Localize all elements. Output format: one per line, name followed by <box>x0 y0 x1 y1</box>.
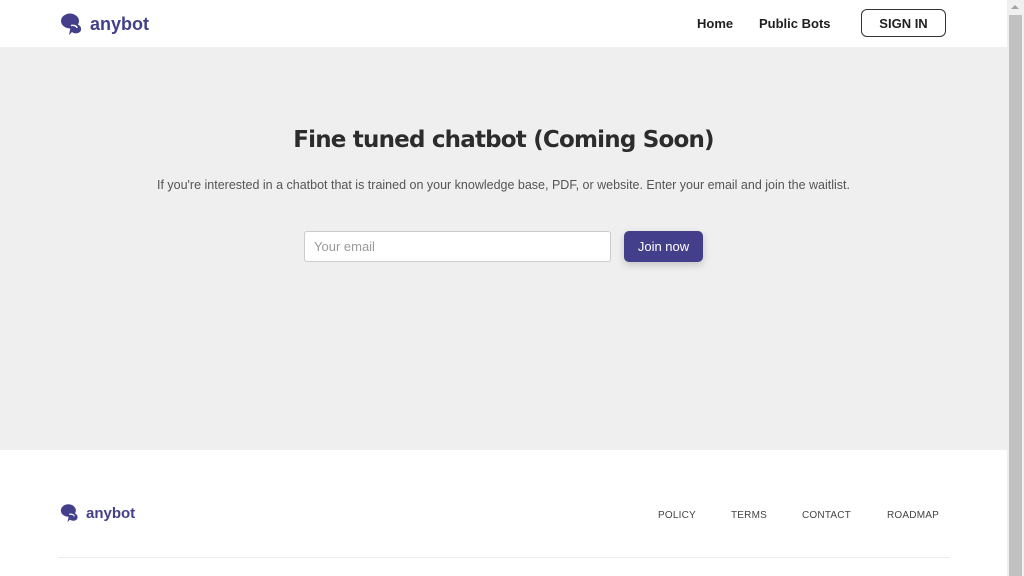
scrollbar-thumb[interactable] <box>1009 15 1022 576</box>
hero-section: Fine tuned chatbot (Coming Soon) If you'… <box>0 47 1007 450</box>
footer-contact-link[interactable]: CONTACT <box>802 510 851 521</box>
join-now-button[interactable]: Join now <box>624 231 703 262</box>
email-input[interactable] <box>304 231 611 262</box>
nav-public-bots-link[interactable]: Public Bots <box>759 16 831 31</box>
vertical-scrollbar[interactable] <box>1007 0 1024 576</box>
footer-policy-link[interactable]: POLICY <box>658 510 696 521</box>
page-title: Fine tuned chatbot (Coming Soon) <box>293 127 714 153</box>
chat-bubble-logo-icon <box>60 502 80 524</box>
footer: anybot POLICY TERMS CONTACT ROADMAP <box>0 450 1007 576</box>
footer-roadmap-link[interactable]: ROADMAP <box>887 510 939 521</box>
sign-in-button[interactable]: SIGN IN <box>861 9 946 37</box>
scroll-up-arrow-icon[interactable] <box>1011 5 1019 9</box>
page: anybot Home Public Bots SIGN IN Fine tun… <box>0 0 1007 576</box>
hero-description: If you're interested in a chatbot that i… <box>156 178 851 192</box>
chat-bubble-logo-icon <box>60 12 84 36</box>
brand-name: anybot <box>90 13 150 34</box>
footer-brand-logo[interactable]: anybot <box>60 502 135 524</box>
footer-brand-name: anybot <box>86 504 136 522</box>
header: anybot Home Public Bots SIGN IN <box>0 0 1007 47</box>
nav-home-link[interactable]: Home <box>697 16 733 31</box>
footer-terms-link[interactable]: TERMS <box>731 510 767 521</box>
footer-divider <box>58 557 950 558</box>
brand-logo[interactable]: anybot <box>60 12 149 36</box>
